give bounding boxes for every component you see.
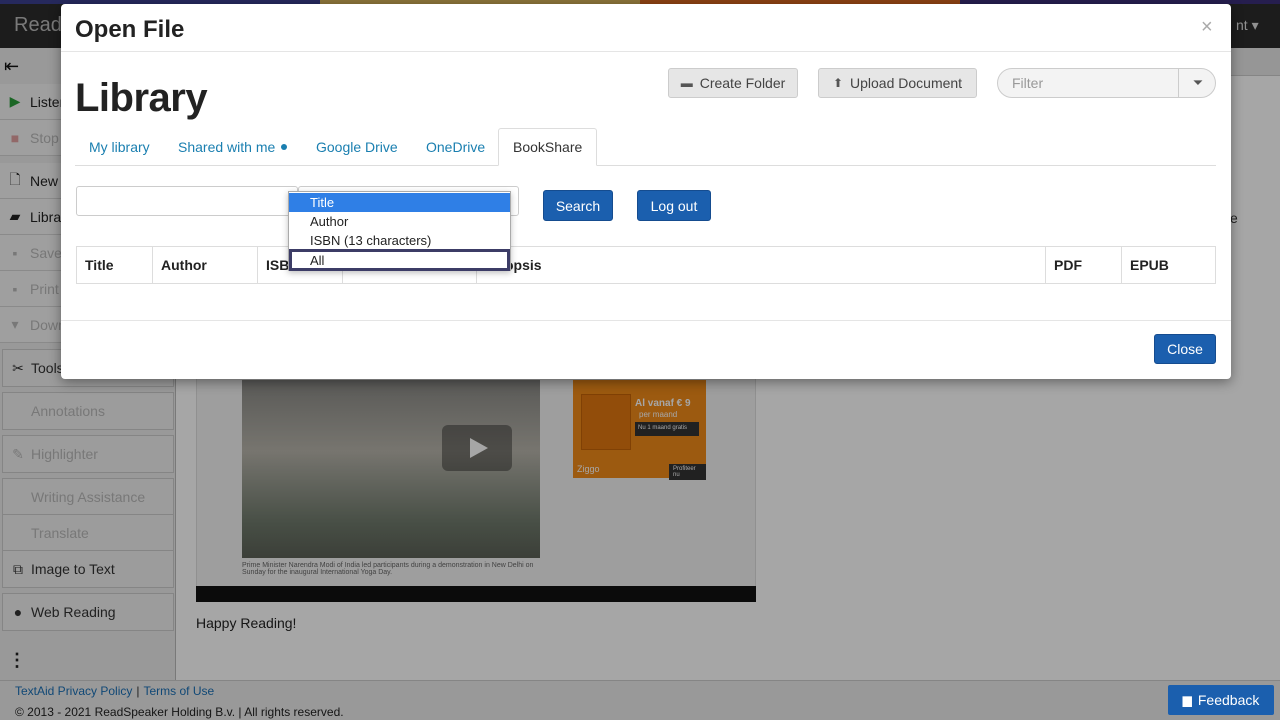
close-icon[interactable]: × <box>1201 16 1213 39</box>
search-button[interactable]: Search <box>543 190 613 221</box>
column-header-epub: EPUB <box>1130 257 1169 273</box>
tab-my-library[interactable]: My library <box>75 128 164 166</box>
modal-title: Open File <box>75 16 185 43</box>
tab-label: OneDrive <box>426 139 486 155</box>
option-title[interactable]: Title <box>289 193 510 212</box>
tab-label: BookShare <box>513 139 583 155</box>
option-author[interactable]: Author <box>289 212 510 231</box>
tab-label: My library <box>89 139 150 155</box>
tab-onedrive[interactable]: OneDrive <box>412 128 499 166</box>
tab-label: Shared with me <box>178 139 276 155</box>
upload-arrow-icon: ⬆ <box>832 76 843 90</box>
tab-bookshare[interactable]: BookShare <box>498 128 598 166</box>
library-tabs: My library Shared with me Google Drive O… <box>75 128 1216 166</box>
column-header-pdf: PDF <box>1046 247 1122 283</box>
upload-document-button[interactable]: ⬆ Upload Document <box>818 68 977 98</box>
option-all[interactable]: All <box>289 249 510 271</box>
folder-icon: ▬ <box>680 76 693 90</box>
column-header-synopsis: opsis <box>477 247 1046 283</box>
close-button[interactable]: Close <box>1154 334 1216 364</box>
tab-label: Google Drive <box>316 139 398 155</box>
tab-shared-with-me[interactable]: Shared with me <box>164 128 301 166</box>
comment-icon: ▆ <box>1182 693 1192 707</box>
feedback-button[interactable]: ▆ Feedback <box>1168 685 1274 715</box>
create-folder-button[interactable]: ▬ Create Folder <box>668 68 798 98</box>
open-file-dialog: Open File × Library ▬ Create Folder ⬆ Up… <box>61 4 1231 379</box>
notification-dot-icon <box>281 144 288 150</box>
create-folder-label: Create Folder <box>699 75 786 91</box>
column-header-title: Title <box>77 247 153 283</box>
bookshare-search-input[interactable] <box>76 186 298 216</box>
page-title: Library <box>75 76 208 120</box>
filter-input[interactable] <box>998 69 1178 97</box>
feedback-label: Feedback <box>1197 692 1260 708</box>
filter-box: ⏷ <box>997 68 1216 98</box>
option-isbn[interactable]: ISBN (13 characters) <box>289 231 510 250</box>
tab-google-drive[interactable]: Google Drive <box>302 128 412 166</box>
upload-document-label: Upload Document <box>850 75 963 91</box>
modal-header: Open File × <box>61 4 1231 52</box>
column-header-author: Author <box>153 247 258 283</box>
results-table: Title Author ISB opsis PDF EPUB <box>76 246 1216 284</box>
filter-funnel-icon[interactable]: ⏷ <box>1178 69 1215 97</box>
modal-footer-divider <box>61 320 1231 321</box>
search-field-dropdown: Title Author ISBN (13 characters) All <box>288 191 511 271</box>
logout-button[interactable]: Log out <box>637 190 711 221</box>
